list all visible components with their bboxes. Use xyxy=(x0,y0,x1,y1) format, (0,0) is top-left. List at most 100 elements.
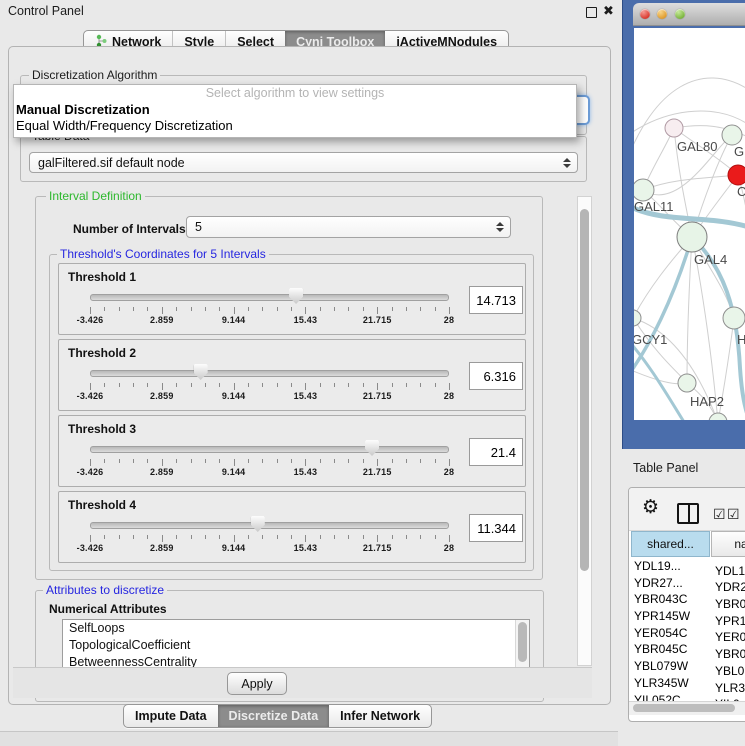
checkbox-icon[interactable]: ☑ xyxy=(727,506,740,523)
network-node[interactable] xyxy=(709,413,727,420)
thresholds-group: Threshold's Coordinates for 5 Intervals … xyxy=(49,254,534,571)
network-node[interactable] xyxy=(634,179,654,201)
threshold-panel: Threshold 2-3.4262.8599.14415.4321.71528 xyxy=(58,339,526,411)
slider-ticks xyxy=(90,535,449,543)
table-row[interactable]: YDL19...YDL1 xyxy=(629,558,745,575)
slider-tick-labels: -3.4262.8599.14415.4321.71528 xyxy=(90,467,449,479)
table-horizontal-scrollbar[interactable] xyxy=(629,701,745,715)
network-edge[interactable] xyxy=(687,237,692,383)
algorithm-option[interactable]: Equal Width/Frequency Discretization xyxy=(14,118,576,134)
table-panel-title: Table Panel xyxy=(633,461,698,475)
panel-scrollbar-thumb[interactable] xyxy=(580,209,589,571)
attributes-listbox: SelfLoopsTopologicalCoefficientBetweenne… xyxy=(62,619,530,673)
threshold-slider-track[interactable] xyxy=(90,294,449,301)
table-row[interactable]: YDR27...YDR2 xyxy=(629,575,745,592)
table-column-header[interactable]: na xyxy=(711,531,745,557)
table-cell: YBR045C xyxy=(629,641,710,658)
threshold-slider-thumb[interactable] xyxy=(289,288,303,304)
threshold-slider-track[interactable] xyxy=(90,370,449,377)
attribute-item[interactable]: TopologicalCoefficient xyxy=(63,637,529,654)
attributes-group-title: Attributes to discretize xyxy=(43,583,167,597)
panel-title: Control Panel xyxy=(8,4,84,18)
table-scrollbar-thumb[interactable] xyxy=(633,704,735,712)
threshold-slider-track[interactable] xyxy=(90,522,449,529)
table-panel-card: ⚙ ☑ ☑ shared...na YDL19...YDL1YDR27...YD… xyxy=(628,487,745,722)
interval-definition-group: Interval Definition Number of Intervals … xyxy=(35,196,543,580)
table-row[interactable]: YER054CYER0 xyxy=(629,625,745,642)
screen: { "window": {"title": "Control Panel"}, … xyxy=(0,0,745,745)
table-panel-toolbar: ⚙ ☑ ☑ xyxy=(629,488,745,531)
network-node-label: GAL11 xyxy=(634,199,674,214)
slider-tick-labels: -3.4262.8599.14415.4321.71528 xyxy=(90,543,449,555)
bottom-tab-infer-network[interactable]: Infer Network xyxy=(329,705,431,727)
table-row[interactable]: YPR145WYPR1 xyxy=(629,608,745,625)
network-node[interactable] xyxy=(634,310,641,326)
network-node-label: C xyxy=(737,184,745,199)
bottom-tab-discretize-data[interactable]: Discretize Data xyxy=(218,705,330,727)
table-cell: YPR145W xyxy=(629,608,710,625)
gear-icon[interactable]: ⚙ xyxy=(642,496,659,519)
threshold-panel: Threshold 1-3.4262.8599.14415.4321.71528 xyxy=(58,263,526,335)
numerical-attributes-label: Numerical Attributes xyxy=(49,602,167,616)
checkbox-icon[interactable]: ☑ xyxy=(713,506,726,523)
float-window-icon[interactable] xyxy=(586,7,597,18)
algorithm-option[interactable]: Manual Discretization xyxy=(14,102,576,118)
threshold-slider-thumb[interactable] xyxy=(365,440,379,456)
number-of-intervals-combo[interactable]: 5 xyxy=(186,216,511,238)
network-window-titlebar[interactable] xyxy=(633,3,745,26)
threshold-slider-thumb[interactable] xyxy=(194,364,208,380)
close-traffic-light[interactable] xyxy=(640,9,650,19)
algorithm-placeholder-option[interactable]: Select algorithm to view settings xyxy=(14,85,576,102)
close-icon[interactable]: ✖ xyxy=(603,3,614,19)
threshold-slider-track[interactable] xyxy=(90,446,449,453)
network-edge[interactable] xyxy=(643,175,738,190)
table-cell: YDL19... xyxy=(629,558,710,575)
table-cell: YER054C xyxy=(629,625,710,642)
threshold-panel: Threshold 3-3.4262.8599.14415.4321.71528 xyxy=(58,415,526,487)
table-row[interactable]: YBR043CYBR0 xyxy=(629,591,745,608)
threshold-value-input[interactable] xyxy=(469,286,523,314)
table-header-row: shared...na xyxy=(629,531,745,558)
threshold-label: Threshold 2 xyxy=(68,346,136,360)
table-cell: YBL079W xyxy=(629,658,710,675)
split-columns-icon[interactable] xyxy=(677,503,699,524)
network-node[interactable] xyxy=(722,125,742,145)
table-column-header[interactable]: shared... xyxy=(631,531,710,557)
network-node-label: HAP2 xyxy=(690,394,724,409)
attribute-item[interactable]: SelfLoops xyxy=(63,620,529,637)
threshold-value-input[interactable] xyxy=(469,362,523,390)
network-node[interactable] xyxy=(723,307,745,329)
panel-scrollbar[interactable] xyxy=(577,196,592,666)
attributes-list-scrollbar[interactable] xyxy=(515,620,529,672)
number-of-intervals-value: 5 xyxy=(195,220,202,234)
network-node[interactable] xyxy=(728,165,745,185)
network-node[interactable] xyxy=(665,119,683,137)
algorithm-group-title: Discretization Algorithm xyxy=(29,68,160,82)
threshold-slider-thumb[interactable] xyxy=(251,516,265,532)
network-node-label: GCY1 xyxy=(634,332,667,347)
threshold-label: Threshold 4 xyxy=(68,498,136,512)
bottom-strip xyxy=(0,731,618,746)
table-row[interactable]: YBR045CYBR0 xyxy=(629,641,745,658)
table-data-group: Table Data galFiltered.sif default node xyxy=(20,136,587,182)
table-row[interactable]: YIL052CYIL0 xyxy=(629,692,745,702)
network-edge-thick[interactable] xyxy=(634,338,684,420)
network-node[interactable] xyxy=(678,374,696,392)
apply-bar: Apply xyxy=(13,667,592,698)
table-cell: YDR27... xyxy=(629,575,710,592)
table-data-combo[interactable]: galFiltered.sif default node xyxy=(29,152,578,173)
threshold-value-input[interactable] xyxy=(469,438,523,466)
threshold-panel: Threshold 4 -3.4262.8599.14415.4321.71528 xyxy=(58,491,526,563)
bottom-tab-impute-data[interactable]: Impute Data xyxy=(124,705,218,727)
threshold-value-input[interactable] xyxy=(469,514,523,542)
minimize-traffic-light[interactable] xyxy=(657,9,667,19)
zoom-traffic-light[interactable] xyxy=(675,9,685,19)
apply-button[interactable]: Apply xyxy=(227,672,287,695)
bottom-tab-label: Infer Network xyxy=(340,709,420,723)
network-edge[interactable] xyxy=(634,78,745,168)
thresholds-group-title: Threshold's Coordinates for 5 Intervals xyxy=(57,247,269,261)
network-canvas[interactable]: GAL80GCGAL11GAL4GCY1HHAP2 xyxy=(634,28,745,420)
network-node[interactable] xyxy=(677,222,707,252)
table-row[interactable]: YBL079WYBL0 xyxy=(629,658,745,675)
table-row[interactable]: YLR345WYLR3 xyxy=(629,675,745,692)
